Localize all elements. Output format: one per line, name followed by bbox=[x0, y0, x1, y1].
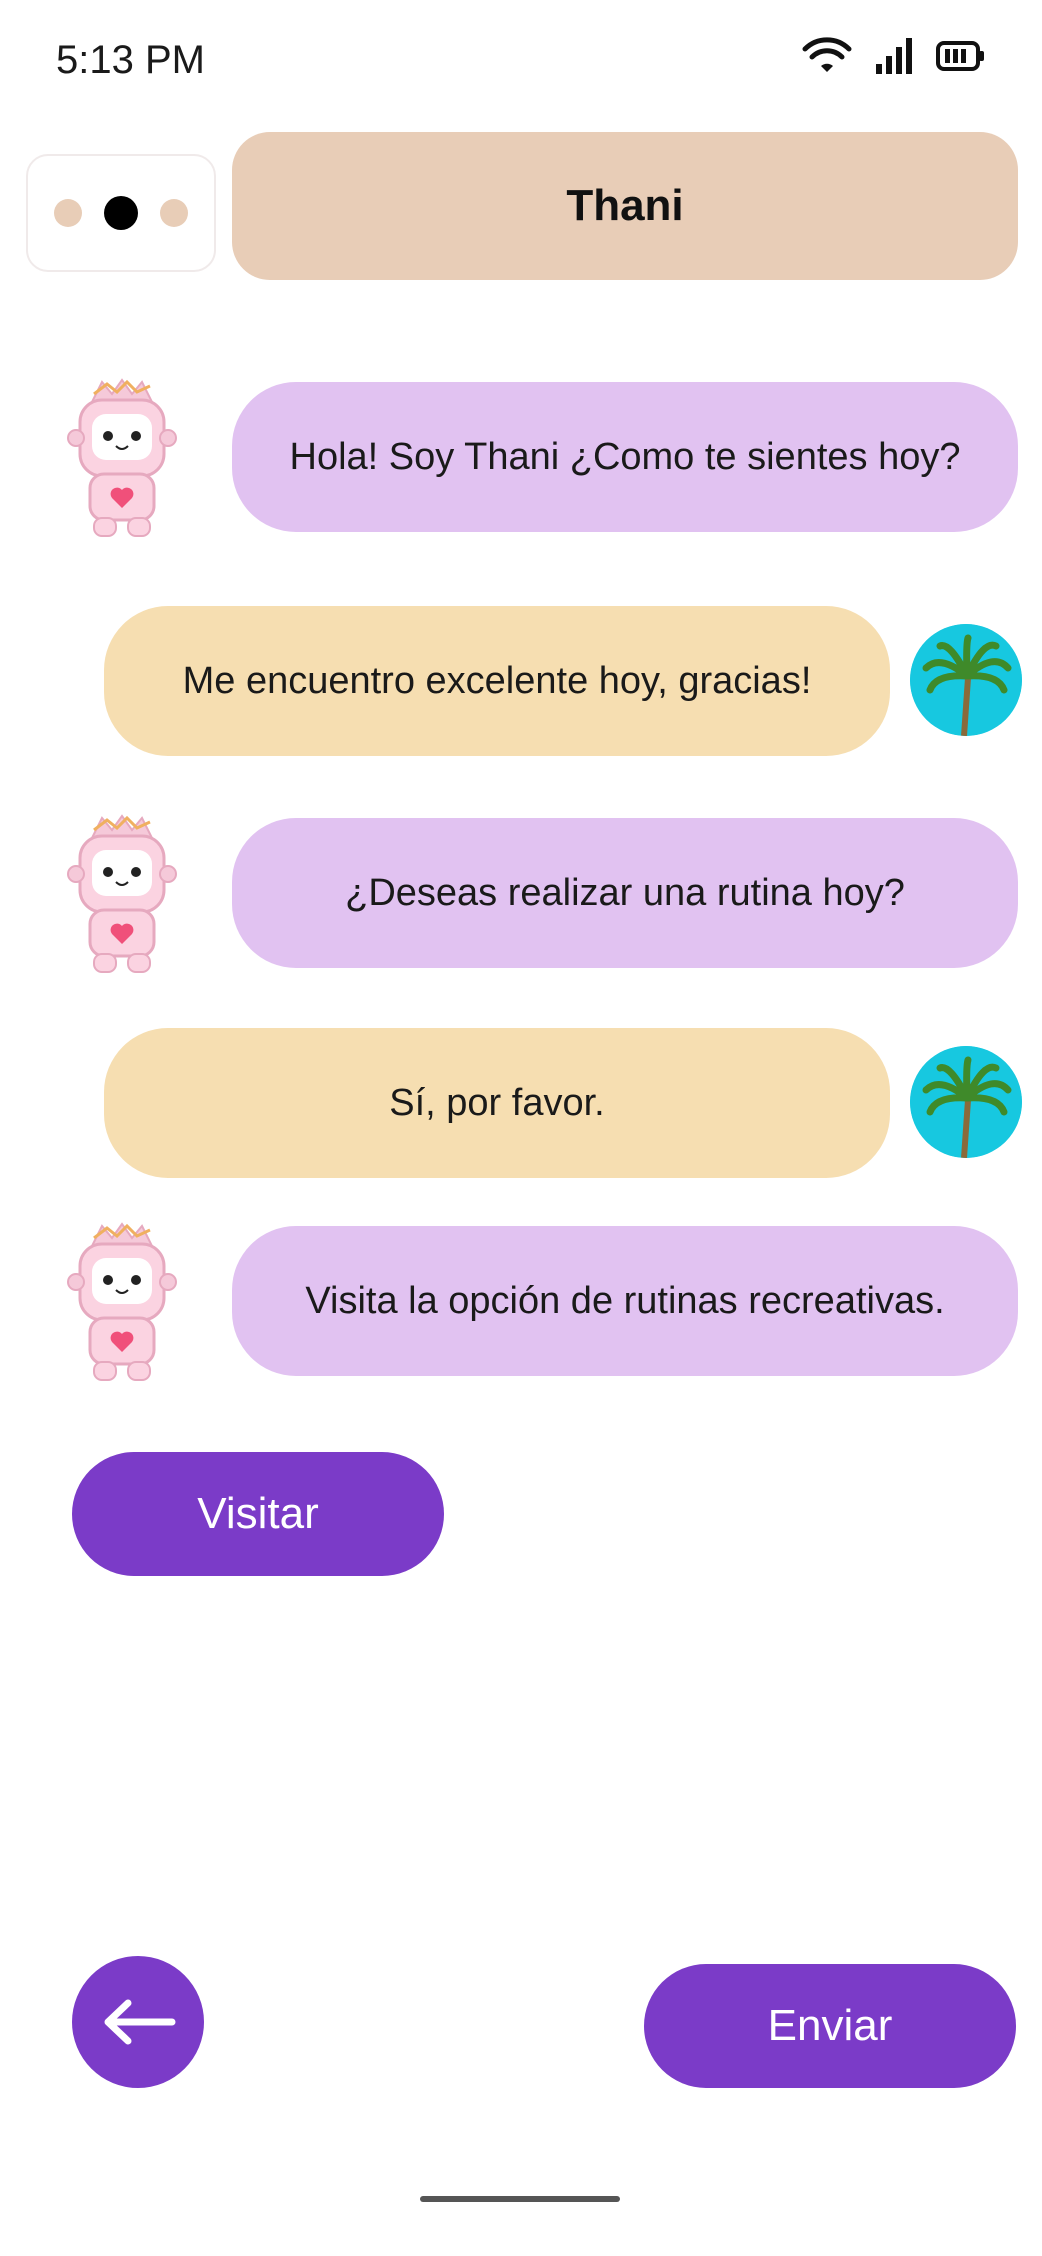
signal-icon bbox=[876, 38, 912, 74]
bot-message: Hola! Soy Thani ¿Como te sientes hoy? bbox=[232, 382, 1018, 532]
status-icons bbox=[802, 36, 986, 76]
bot-message: ¿Deseas realizar una rutina hoy? bbox=[232, 818, 1018, 968]
typing-indicator bbox=[26, 154, 216, 272]
robot-cat-avatar bbox=[67, 814, 177, 973]
palm-tree-avatar bbox=[910, 1046, 1022, 1158]
wifi-icon bbox=[802, 37, 852, 72]
visit-button[interactable]: Visitar bbox=[72, 1452, 444, 1576]
robot-cat-avatar bbox=[67, 1222, 177, 1381]
user-message: Me encuentro excelente hoy, gracias! bbox=[104, 606, 890, 756]
battery-icon bbox=[936, 41, 984, 71]
indicator-dot bbox=[54, 199, 82, 227]
status-time: 5:13 PM bbox=[56, 38, 205, 82]
home-indicator[interactable] bbox=[420, 2196, 620, 2202]
robot-cat-avatar bbox=[67, 378, 177, 537]
bot-message: Visita la opción de rutinas recreativas. bbox=[232, 1226, 1018, 1376]
indicator-dot bbox=[160, 199, 188, 227]
send-button[interactable]: Enviar bbox=[644, 1964, 1016, 2088]
arrow-left-icon bbox=[104, 1999, 176, 2045]
palm-tree-avatar bbox=[910, 624, 1022, 736]
user-message: Sí, por favor. bbox=[104, 1028, 890, 1178]
back-button[interactable] bbox=[72, 1956, 204, 2088]
indicator-dot-active bbox=[104, 196, 138, 230]
chat-title: Thani bbox=[232, 132, 1018, 280]
